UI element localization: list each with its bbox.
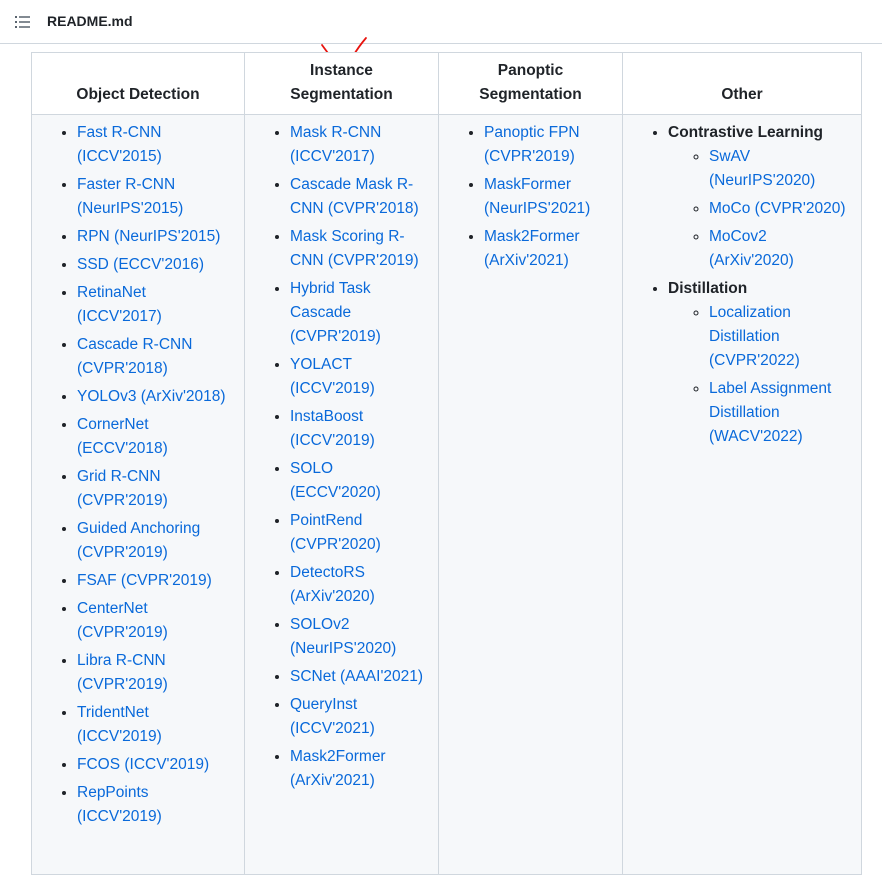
list-item: InstaBoost (ICCV'2019) [290, 405, 428, 453]
algorithm-link[interactable]: MoCo (CVPR'2020) [709, 200, 845, 217]
algorithm-link[interactable]: Libra R-CNN (CVPR'2019) [77, 652, 168, 693]
file-name: README.md [47, 13, 133, 29]
algorithm-link[interactable]: Mask R-CNN (ICCV'2017) [290, 124, 381, 165]
list-item: CenterNet (CVPR'2019) [77, 597, 234, 645]
list-item: SOLOv2 (NeurIPS'2020) [290, 613, 428, 661]
list-item: YOLOv3 (ArXiv'2018) [77, 385, 234, 409]
algorithm-link[interactable]: Hybrid Task Cascade (CVPR'2019) [290, 280, 381, 345]
algorithm-link[interactable]: RPN (NeurIPS'2015) [77, 228, 220, 245]
other-list: Contrastive Learning SwAV (NeurIPS'2020)… [635, 121, 851, 449]
list-item: Panoptic FPN (CVPR'2019) [484, 121, 612, 169]
algorithm-link[interactable]: Mask2Former (ArXiv'2021) [484, 228, 580, 269]
algorithm-link[interactable]: QueryInst (ICCV'2021) [290, 696, 375, 737]
list-item: Cascade R-CNN (CVPR'2018) [77, 333, 234, 381]
list-item: SSD (ECCV'2016) [77, 253, 234, 277]
instance-segmentation-list: Mask R-CNN (ICCV'2017) Cascade Mask R-CN… [257, 121, 428, 793]
algorithm-link[interactable]: SOLO (ECCV'2020) [290, 460, 381, 501]
table-header-row: Object Detection Instance Segmentation P… [31, 52, 862, 115]
panoptic-segmentation-cell: Panoptic FPN (CVPR'2019) MaskFormer (Neu… [438, 114, 623, 875]
algorithm-link[interactable]: Faster R-CNN (NeurIPS'2015) [77, 176, 183, 217]
list-item: Faster R-CNN (NeurIPS'2015) [77, 173, 234, 221]
algorithm-link[interactable]: Mask2Former (ArXiv'2021) [290, 748, 386, 789]
list-item: RetinaNet (ICCV'2017) [77, 281, 234, 329]
other-cell: Contrastive Learning SwAV (NeurIPS'2020)… [622, 114, 862, 875]
list-item: SCNet (AAAI'2021) [290, 665, 428, 689]
algorithm-link[interactable]: SOLOv2 (NeurIPS'2020) [290, 616, 396, 657]
list-item: Grid R-CNN (CVPR'2019) [77, 465, 234, 513]
object-detection-cell: Fast R-CNN (ICCV'2015) Faster R-CNN (Neu… [31, 114, 245, 875]
list-item: Mask R-CNN (ICCV'2017) [290, 121, 428, 169]
list-item: Fast R-CNN (ICCV'2015) [77, 121, 234, 169]
list-item: RepPoints (ICCV'2019) [77, 781, 234, 829]
list-item: FCOS (ICCV'2019) [77, 753, 234, 777]
list-item: TridentNet (ICCV'2019) [77, 701, 234, 749]
list-unordered-icon [15, 16, 30, 28]
algorithm-link[interactable]: FSAF (CVPR'2019) [77, 572, 212, 589]
list-item: Mask Scoring R-CNN (CVPR'2019) [290, 225, 428, 273]
list-item: RPN (NeurIPS'2015) [77, 225, 234, 249]
contrastive-learning-list: SwAV (NeurIPS'2020) MoCo (CVPR'2020) MoC… [668, 145, 851, 273]
algorithm-link[interactable]: Fast R-CNN (ICCV'2015) [77, 124, 162, 165]
list-item: Label Assignment Distillation (WACV'2022… [709, 377, 851, 449]
list-item: PointRend (CVPR'2020) [290, 509, 428, 557]
algorithm-link[interactable]: CenterNet (CVPR'2019) [77, 600, 168, 641]
list-item: Mask2Former (ArXiv'2021) [484, 225, 612, 273]
list-item: Localization Distillation (CVPR'2022) [709, 301, 851, 373]
algorithm-link[interactable]: RepPoints (ICCV'2019) [77, 784, 162, 825]
algorithm-link[interactable]: MaskFormer (NeurIPS'2021) [484, 176, 590, 217]
list-item: Mask2Former (ArXiv'2021) [290, 745, 428, 793]
table-of-contents-button[interactable] [10, 9, 36, 35]
list-item: MoCo (CVPR'2020) [709, 197, 851, 221]
list-item: Hybrid Task Cascade (CVPR'2019) [290, 277, 428, 349]
distillation-list: Localization Distillation (CVPR'2022) La… [668, 301, 851, 449]
algorithm-link[interactable]: Label Assignment Distillation (WACV'2022… [709, 380, 831, 445]
algorithm-link[interactable]: SCNet (AAAI'2021) [290, 668, 423, 685]
algorithm-link[interactable]: DetectoRS (ArXiv'2020) [290, 564, 375, 605]
list-item: Libra R-CNN (CVPR'2019) [77, 649, 234, 697]
algorithm-link[interactable]: Grid R-CNN (CVPR'2019) [77, 468, 168, 509]
algorithm-link[interactable]: PointRend (CVPR'2020) [290, 512, 381, 553]
group-distillation: Distillation Localization Distillation (… [668, 277, 851, 449]
list-item: MoCov2 (ArXiv'2020) [709, 225, 851, 273]
group-label: Contrastive Learning [668, 124, 824, 141]
list-item: Guided Anchoring (CVPR'2019) [77, 517, 234, 565]
algorithm-link[interactable]: SSD (ECCV'2016) [77, 256, 204, 273]
list-item: CornerNet (ECCV'2018) [77, 413, 234, 461]
list-item: Cascade Mask R-CNN (CVPR'2018) [290, 173, 428, 221]
list-item: SwAV (NeurIPS'2020) [709, 145, 851, 193]
algorithm-link[interactable]: FCOS (ICCV'2019) [77, 756, 209, 773]
table-body-row: Fast R-CNN (ICCV'2015) Faster R-CNN (Neu… [31, 114, 862, 875]
algorithm-link[interactable]: Guided Anchoring (CVPR'2019) [77, 520, 200, 561]
instance-segmentation-cell: Mask R-CNN (ICCV'2017) Cascade Mask R-CN… [244, 114, 439, 875]
column-header-other: Other [622, 52, 862, 115]
algorithm-link[interactable]: Cascade R-CNN (CVPR'2018) [77, 336, 192, 377]
column-header-object-detection: Object Detection [31, 52, 245, 115]
algorithm-link[interactable]: Localization Distillation (CVPR'2022) [709, 304, 800, 369]
column-header-instance-segmentation: Instance Segmentation [244, 52, 439, 115]
list-item: QueryInst (ICCV'2021) [290, 693, 428, 741]
list-item: MaskFormer (NeurIPS'2021) [484, 173, 612, 221]
algorithm-link[interactable]: InstaBoost (ICCV'2019) [290, 408, 375, 449]
algorithm-link[interactable]: YOLOv3 (ArXiv'2018) [77, 388, 226, 405]
algorithm-link[interactable]: CornerNet (ECCV'2018) [77, 416, 168, 457]
algorithm-link[interactable]: Panoptic FPN (CVPR'2019) [484, 124, 580, 165]
algorithm-link[interactable]: Mask Scoring R-CNN (CVPR'2019) [290, 228, 419, 269]
algorithm-link[interactable]: SwAV (NeurIPS'2020) [709, 148, 815, 189]
column-header-panoptic-segmentation: Panoptic Segmentation [438, 52, 623, 115]
group-contrastive-learning: Contrastive Learning SwAV (NeurIPS'2020)… [668, 121, 851, 273]
list-item: FSAF (CVPR'2019) [77, 569, 234, 593]
algorithm-link[interactable]: YOLACT (ICCV'2019) [290, 356, 375, 397]
list-item: YOLACT (ICCV'2019) [290, 353, 428, 401]
list-item: DetectoRS (ArXiv'2020) [290, 561, 428, 609]
algorithm-link[interactable]: MoCov2 (ArXiv'2020) [709, 228, 794, 269]
algorithm-link[interactable]: Cascade Mask R-CNN (CVPR'2018) [290, 176, 419, 217]
panoptic-segmentation-list: Panoptic FPN (CVPR'2019) MaskFormer (Neu… [451, 121, 612, 273]
object-detection-list: Fast R-CNN (ICCV'2015) Faster R-CNN (Neu… [44, 121, 234, 829]
algorithm-link[interactable]: RetinaNet (ICCV'2017) [77, 284, 162, 325]
algorithm-table: Object Detection Instance Segmentation P… [31, 52, 862, 875]
file-header: README.md [0, 0, 882, 44]
group-label: Distillation [668, 280, 748, 297]
list-item: SOLO (ECCV'2020) [290, 457, 428, 505]
algorithm-link[interactable]: TridentNet (ICCV'2019) [77, 704, 162, 745]
